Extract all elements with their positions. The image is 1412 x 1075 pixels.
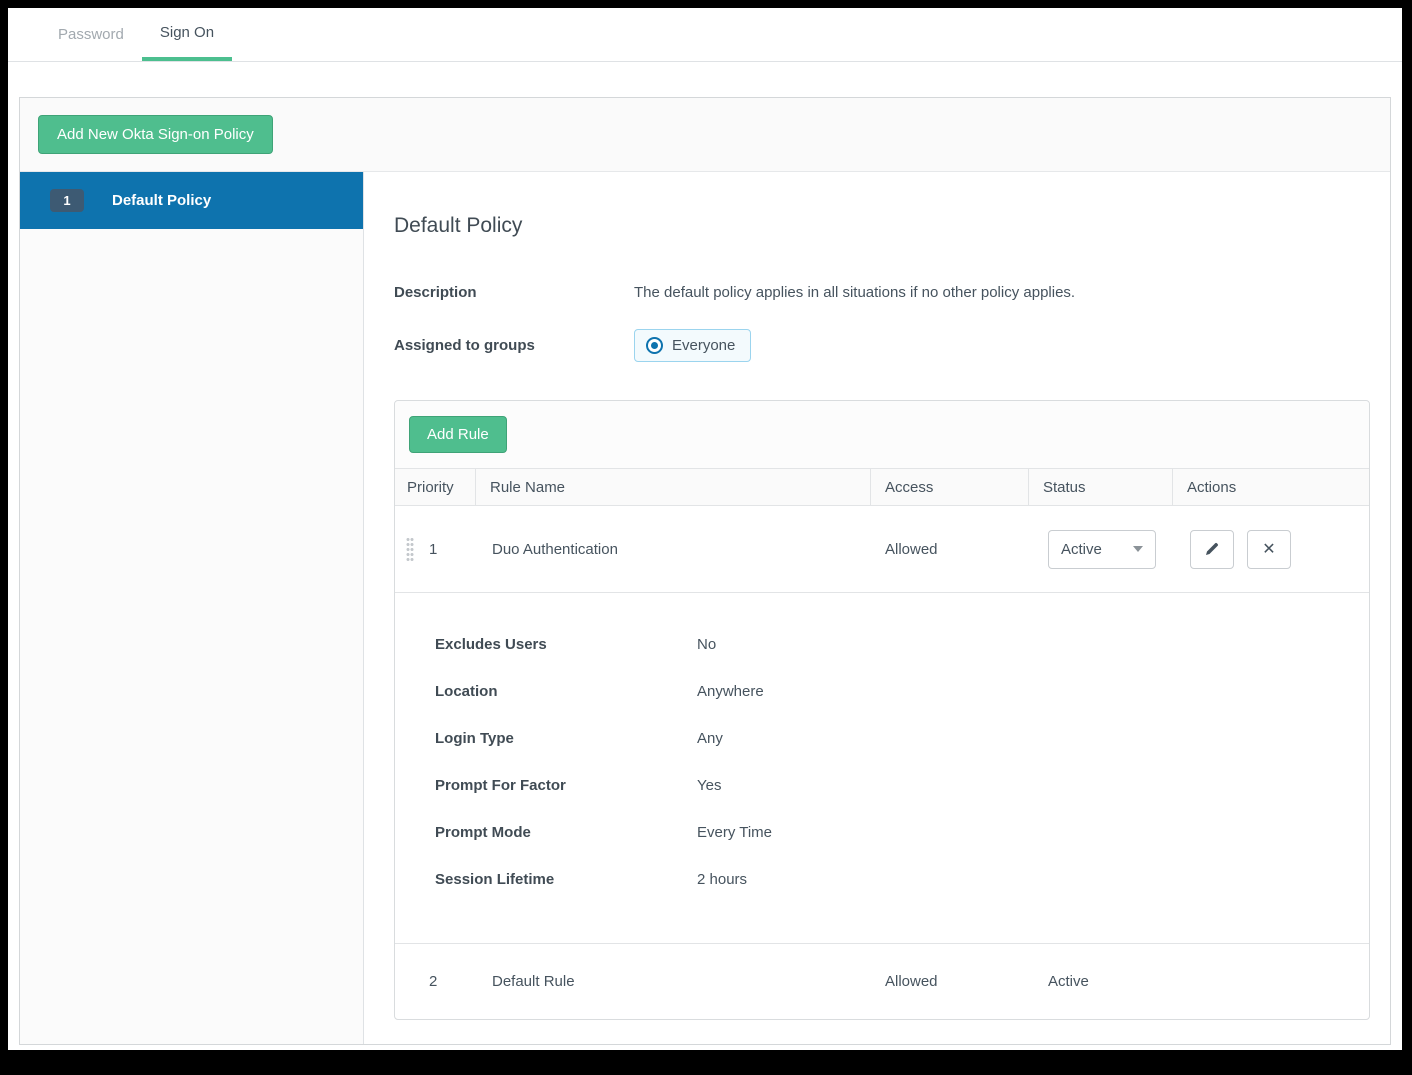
edit-rule-button[interactable] [1190,529,1234,569]
policy-priority-badge: 1 [50,189,84,212]
description-value: The default policy applies in all situat… [634,284,1076,301]
description-label: Description [394,284,477,301]
rule-priority: 1 [429,540,438,558]
detail-value: Anywhere [697,683,764,700]
status-dropdown[interactable]: Active [1048,529,1156,569]
detail-row-location: Location Anywhere [435,668,1369,715]
assigned-group-chip[interactable]: Everyone [634,329,752,362]
tab-sign-on-label: Sign On [159,24,215,41]
delete-rule-button[interactable]: ✕ [1247,529,1291,569]
detail-label: Prompt For Factor [435,777,566,794]
chevron-down-icon [1133,546,1143,552]
column-header-priority: Priority [407,478,454,496]
detail-row-excludes-users: Excludes Users No [435,621,1369,668]
column-header-status: Status [1028,469,1172,505]
detail-label: Prompt Mode [435,824,531,841]
column-header-actions: Actions [1172,469,1369,505]
rule-access: Allowed [885,540,938,558]
app-page: Password Sign On Add New Okta Sign-on Po… [8,8,1402,1050]
policy-meta: Description The default policy applies i… [394,284,1362,362]
rule-access: Allowed [885,973,938,990]
sidebar-item-default-policy[interactable]: 1 Default Policy [20,172,363,229]
policy-list: 1 Default Policy [20,172,364,1044]
rule-actions-cell: ✕ [1172,529,1369,569]
detail-row-login-type: Login Type Any [435,715,1369,762]
rule-name: Duo Authentication [492,540,618,558]
policy-toolbar: Add New Okta Sign-on Policy [20,98,1390,172]
close-icon: ✕ [1262,541,1276,558]
pencil-icon [1206,542,1219,555]
detail-row-session-lifetime: Session Lifetime 2 hours [435,856,1369,903]
rule-priority-cell: 2 [395,973,475,990]
rule-priority: 2 [429,973,438,990]
description-row: Description The default policy applies i… [394,284,1362,301]
radio-selected-icon [646,337,663,354]
detail-label: Excludes Users [435,636,547,653]
assigned-groups-row: Assigned to groups Everyone [394,329,1362,362]
column-header-access: Access [870,469,1028,505]
detail-value: No [697,636,717,653]
table-row-duo-authentication: 1 Duo Authentication Allowed Active ✕ [395,506,1369,592]
detail-value: Any [697,730,723,747]
policy-content: Default Policy Description The default p… [364,172,1390,1044]
detail-row-prompt-for-factor: Prompt For Factor Yes [435,762,1369,809]
rule-details: Excludes Users No Location Anywhere Logi… [395,592,1369,943]
detail-row-prompt-mode: Prompt Mode Every Time [435,809,1369,856]
assigned-group-value: Everyone [672,337,736,354]
rule-status: Active [1048,973,1089,990]
rule-status-cell: Active [1028,529,1172,569]
rule-priority-cell: 1 [395,537,475,561]
tab-password-label: Password [58,26,124,43]
tab-bar: Password Sign On [8,8,1402,62]
sign-on-policy-card: Add New Okta Sign-on Policy 1 Default Po… [19,97,1391,1045]
detail-value: 2 hours [697,871,748,888]
detail-value: Yes [697,777,722,794]
table-row-default-rule: 2 Default Rule Allowed Active [395,943,1369,1019]
rules-toolbar: Add Rule [395,401,1369,468]
page-title: Default Policy [394,214,523,237]
tab-password[interactable]: Password [40,8,142,61]
detail-label: Location [435,683,498,700]
status-dropdown-value: Active [1061,540,1102,558]
detail-label: Session Lifetime [435,871,555,888]
detail-label: Login Type [435,730,514,747]
rules-panel: Add Rule Priority Rule Name Access Statu… [394,400,1370,1020]
policy-body: 1 Default Policy Default Policy Descript… [20,172,1390,1044]
add-rule-button[interactable]: Add Rule [409,416,507,453]
rules-table-header: Priority Rule Name Access Status Actions [395,468,1369,506]
column-header-rule-name: Rule Name [475,469,870,505]
drag-handle-icon[interactable] [406,537,414,561]
tab-sign-on[interactable]: Sign On [141,8,233,61]
add-policy-button[interactable]: Add New Okta Sign-on Policy [38,115,273,154]
assigned-groups-label: Assigned to groups [394,337,535,354]
detail-value: Every Time [697,824,773,841]
rule-name: Default Rule [492,973,575,990]
policy-item-label: Default Policy [112,192,212,209]
